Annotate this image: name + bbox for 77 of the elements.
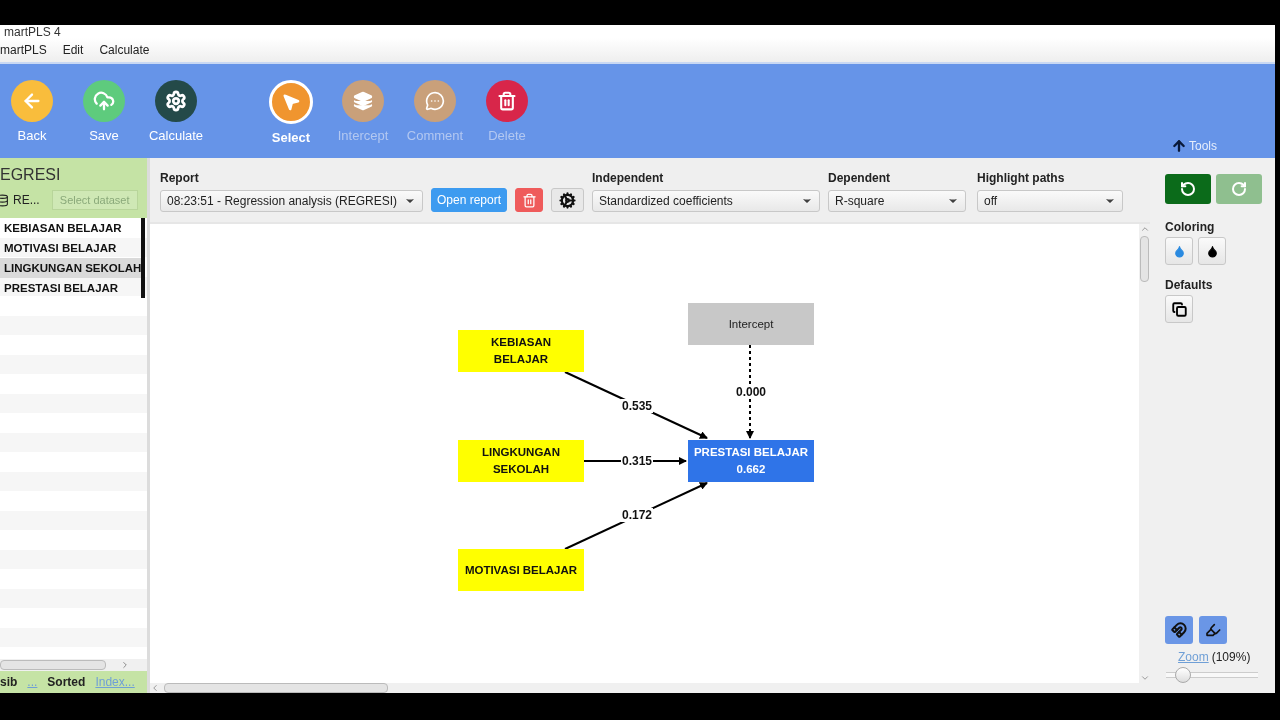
chevron-left-icon[interactable]: [150, 683, 160, 693]
droplet-icon: [1205, 244, 1219, 258]
gears-icon: [559, 191, 576, 209]
select-label: Dependent: [828, 171, 891, 185]
path-coefficient: 0.315: [621, 454, 653, 468]
select-dataset-button[interactable]: Select dataset: [51, 190, 138, 210]
undo-icon: [1180, 181, 1196, 197]
horizontal-scrollbar[interactable]: [150, 683, 1150, 693]
node-label: PRESTASI BELAJAR: [693, 445, 809, 460]
path-coefficient: 0.172: [621, 508, 653, 522]
open-report-button[interactable]: Open report: [431, 188, 507, 212]
window-title: martPLS 4: [4, 26, 61, 38]
menu-item[interactable]: Calculate: [99, 43, 150, 57]
node-label: Intercept: [728, 316, 774, 332]
undo-button[interactable]: [1165, 174, 1211, 204]
redo-icon: [1231, 181, 1247, 197]
dataset-name: RE...: [13, 193, 40, 207]
dropdown-select[interactable]: off: [977, 190, 1123, 212]
droplet-icon: [1172, 244, 1186, 258]
dropdown-select[interactable]: R-square: [828, 190, 966, 212]
trash-icon: [521, 192, 537, 208]
delete-report-button[interactable]: [515, 188, 543, 212]
arrow-up-icon: [1171, 138, 1187, 154]
chevron-right-icon[interactable]: [120, 660, 130, 670]
tools-toggle[interactable]: Tools: [1171, 138, 1217, 154]
settings-button[interactable]: [551, 188, 584, 212]
menu-item[interactable]: martPLS: [0, 43, 47, 57]
scrollbar-thumb[interactable]: [0, 660, 106, 670]
dropdown-select[interactable]: Standardized coefficients: [592, 190, 820, 212]
node-label: LINGKUNGAN SEKOLAH: [482, 445, 560, 477]
toolbar-button[interactable]: Save: [72, 80, 136, 143]
path-coefficient: 0.000: [735, 385, 767, 399]
cloud-upload-icon: [93, 90, 115, 112]
windows-icon: [1171, 301, 1187, 317]
zoom-value: (109%): [1211, 650, 1251, 664]
magnet-icon: [1171, 622, 1187, 638]
monochrome-button[interactable]: [1198, 237, 1226, 265]
highlighter-icon: [1205, 622, 1221, 638]
node-value: 0.662: [736, 462, 766, 477]
node-label: MOTIVASI BELAJAR: [464, 562, 578, 578]
gear-icon: [165, 90, 187, 112]
footer-label: sib: [0, 675, 18, 689]
chevron-up-icon[interactable]: [1139, 224, 1150, 234]
magnet-button[interactable]: [1165, 616, 1193, 644]
footer-link[interactable]: Index...: [95, 675, 135, 689]
toolbar-button[interactable]: Select: [259, 80, 323, 145]
database-icon: [0, 193, 9, 207]
layers-icon: [353, 91, 373, 111]
trash-icon: [497, 91, 517, 111]
construct-item[interactable]: KEBIASAN BELAJAR: [0, 218, 145, 238]
report-select[interactable]: 08:23:51 - Regression analysis (REGRESI): [160, 190, 423, 212]
scrollbar-thumb[interactable]: [164, 683, 388, 693]
slider-thumb[interactable]: [1174, 667, 1191, 683]
toolbar-button[interactable]: Calculate: [144, 80, 208, 143]
horizontal-scrollbar[interactable]: [0, 659, 147, 671]
chevron-down-icon[interactable]: [1139, 673, 1150, 683]
cursor-icon: [281, 92, 301, 112]
path-coefficient: 0.535: [621, 399, 653, 413]
node-label: KEBIASAN BELAJAR: [490, 335, 552, 367]
zoom-link[interactable]: Zoom: [1178, 650, 1209, 664]
report-label: Report: [160, 171, 200, 185]
speech-bubble-icon: [425, 91, 445, 111]
scrollbar-thumb[interactable]: [1140, 236, 1149, 282]
construct-item[interactable]: LINGKUNGAN SEKOLAH: [0, 258, 145, 278]
highlighter-button[interactable]: [1199, 616, 1227, 644]
project-name: EGRESI: [0, 166, 62, 184]
color-button[interactable]: [1165, 237, 1193, 265]
defaults-button[interactable]: [1165, 295, 1193, 323]
footer-link[interactable]: ...: [27, 675, 38, 689]
construct-item[interactable]: PRESTASI BELAJAR: [0, 278, 145, 298]
select-label: Independent: [592, 171, 665, 185]
coloring-label: Coloring: [1165, 220, 1216, 234]
defaults-label: Defaults: [1165, 278, 1214, 292]
footer-label: Sorted: [47, 675, 86, 689]
menu-item[interactable]: Edit: [62, 43, 84, 57]
select-label: Highlight paths: [977, 171, 1066, 185]
toolbar-button[interactable]: Back: [0, 80, 64, 143]
